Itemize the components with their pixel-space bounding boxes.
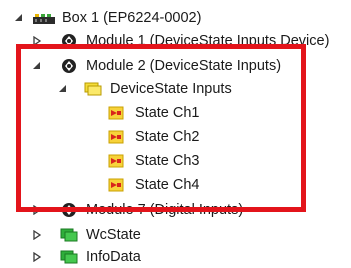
- input-variable-icon: [108, 106, 124, 120]
- tree-item-state-ch1[interactable]: State Ch1: [0, 102, 351, 124]
- tree-item-label: Box 1 (EP6224-0002): [62, 10, 202, 26]
- input-variable-icon: [108, 154, 124, 168]
- tree-item-label: Module 2 (DeviceState Inputs): [86, 58, 282, 74]
- tree-item-label: State Ch2: [135, 129, 200, 145]
- tree-item-label: Module 1 (DeviceState Inputs Device): [86, 33, 330, 49]
- tree-item-label: InfoData: [86, 249, 141, 265]
- input-variable-icon: [108, 178, 124, 192]
- module-gear-icon: [60, 33, 78, 49]
- tree-item-module-1[interactable]: Module 1 (DeviceState Inputs Device): [0, 30, 351, 52]
- tree-item-label: WcState: [86, 227, 141, 243]
- green-status-icon: [60, 227, 78, 243]
- tree-item-wcstate[interactable]: WcState: [0, 224, 351, 246]
- collapsed-arrow-icon[interactable]: [32, 205, 42, 215]
- collapsed-arrow-icon[interactable]: [32, 252, 42, 262]
- expanded-arrow-icon[interactable]: [32, 61, 42, 71]
- module-gear-icon: [60, 58, 78, 74]
- tree-item-module-2[interactable]: Module 2 (DeviceState Inputs): [0, 55, 351, 77]
- tree-item-label: Module 7 (Digital Inputs): [86, 202, 244, 218]
- green-status-icon: [60, 249, 78, 265]
- tree-item-state-ch3[interactable]: State Ch3: [0, 150, 351, 172]
- device-tree: Box 1 (EP6224-0002) Module 1 (DeviceStat…: [0, 0, 351, 268]
- expanded-arrow-icon[interactable]: [58, 84, 68, 94]
- tree-item-box-1[interactable]: Box 1 (EP6224-0002): [0, 7, 351, 29]
- collapsed-arrow-icon[interactable]: [32, 36, 42, 46]
- tree-item-label: DeviceState Inputs: [110, 81, 232, 97]
- variable-group-folder-icon: [84, 81, 102, 97]
- tree-item-label: State Ch1: [135, 105, 200, 121]
- module-gear-icon: [60, 202, 78, 218]
- tree-item-state-ch2[interactable]: State Ch2: [0, 126, 351, 148]
- collapsed-arrow-icon[interactable]: [32, 230, 42, 240]
- tree-item-label: State Ch4: [135, 177, 200, 193]
- expanded-arrow-icon[interactable]: [14, 13, 24, 23]
- tree-item-infodata[interactable]: InfoData: [0, 246, 351, 268]
- ethercat-box-icon: [32, 10, 56, 26]
- tree-item-devicestate-inputs[interactable]: DeviceState Inputs: [0, 78, 351, 100]
- tree-item-state-ch4[interactable]: State Ch4: [0, 174, 351, 196]
- tree-item-module-7[interactable]: Module 7 (Digital Inputs): [0, 199, 351, 221]
- tree-item-label: State Ch3: [135, 153, 200, 169]
- input-variable-icon: [108, 130, 124, 144]
